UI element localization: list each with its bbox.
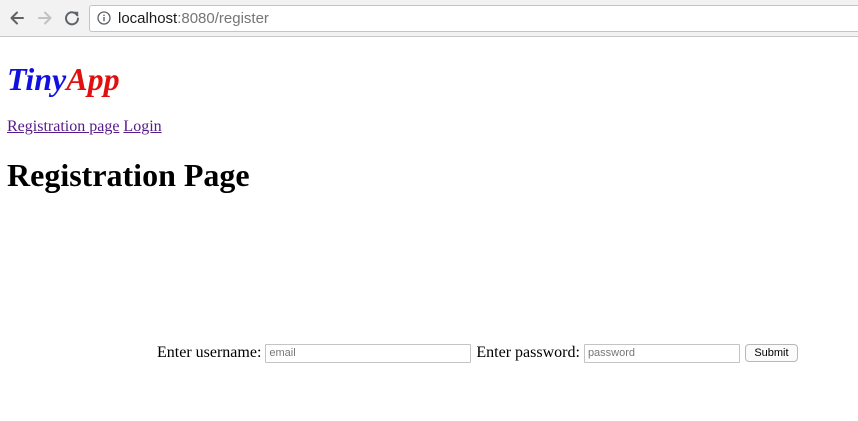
address-bar[interactable]: localhost:8080/register: [89, 5, 858, 32]
page-title: Registration Page: [7, 157, 250, 193]
back-arrow-icon[interactable]: [8, 9, 26, 27]
url-host: localhost: [118, 10, 178, 27]
nav-links: Registration page Login: [7, 117, 162, 137]
logo-part-app: App: [66, 61, 120, 97]
app-logo: TinyApp: [7, 60, 120, 98]
username-input[interactable]: [265, 343, 472, 363]
registration-page-link[interactable]: Registration page: [7, 118, 119, 135]
url-path: :8080/register: [177, 10, 269, 27]
browser-toolbar: localhost:8080/register: [0, 0, 858, 37]
info-icon[interactable]: [97, 11, 111, 25]
password-input[interactable]: [583, 343, 740, 363]
username-label: Enter username:: [157, 344, 262, 361]
password-label: Enter password:: [476, 344, 580, 361]
logo-part-tiny: Tiny: [7, 61, 67, 97]
submit-button[interactable]: Submit: [744, 344, 798, 362]
reload-icon[interactable]: [63, 9, 81, 27]
url-text[interactable]: localhost:8080/register: [118, 6, 269, 31]
login-link[interactable]: Login: [123, 118, 161, 135]
registration-form: Enter username: Enter password: Submit: [157, 342, 798, 364]
forward-arrow-icon[interactable]: [36, 9, 54, 27]
page-content: TinyApp Registration page Login Registra…: [0, 38, 858, 421]
